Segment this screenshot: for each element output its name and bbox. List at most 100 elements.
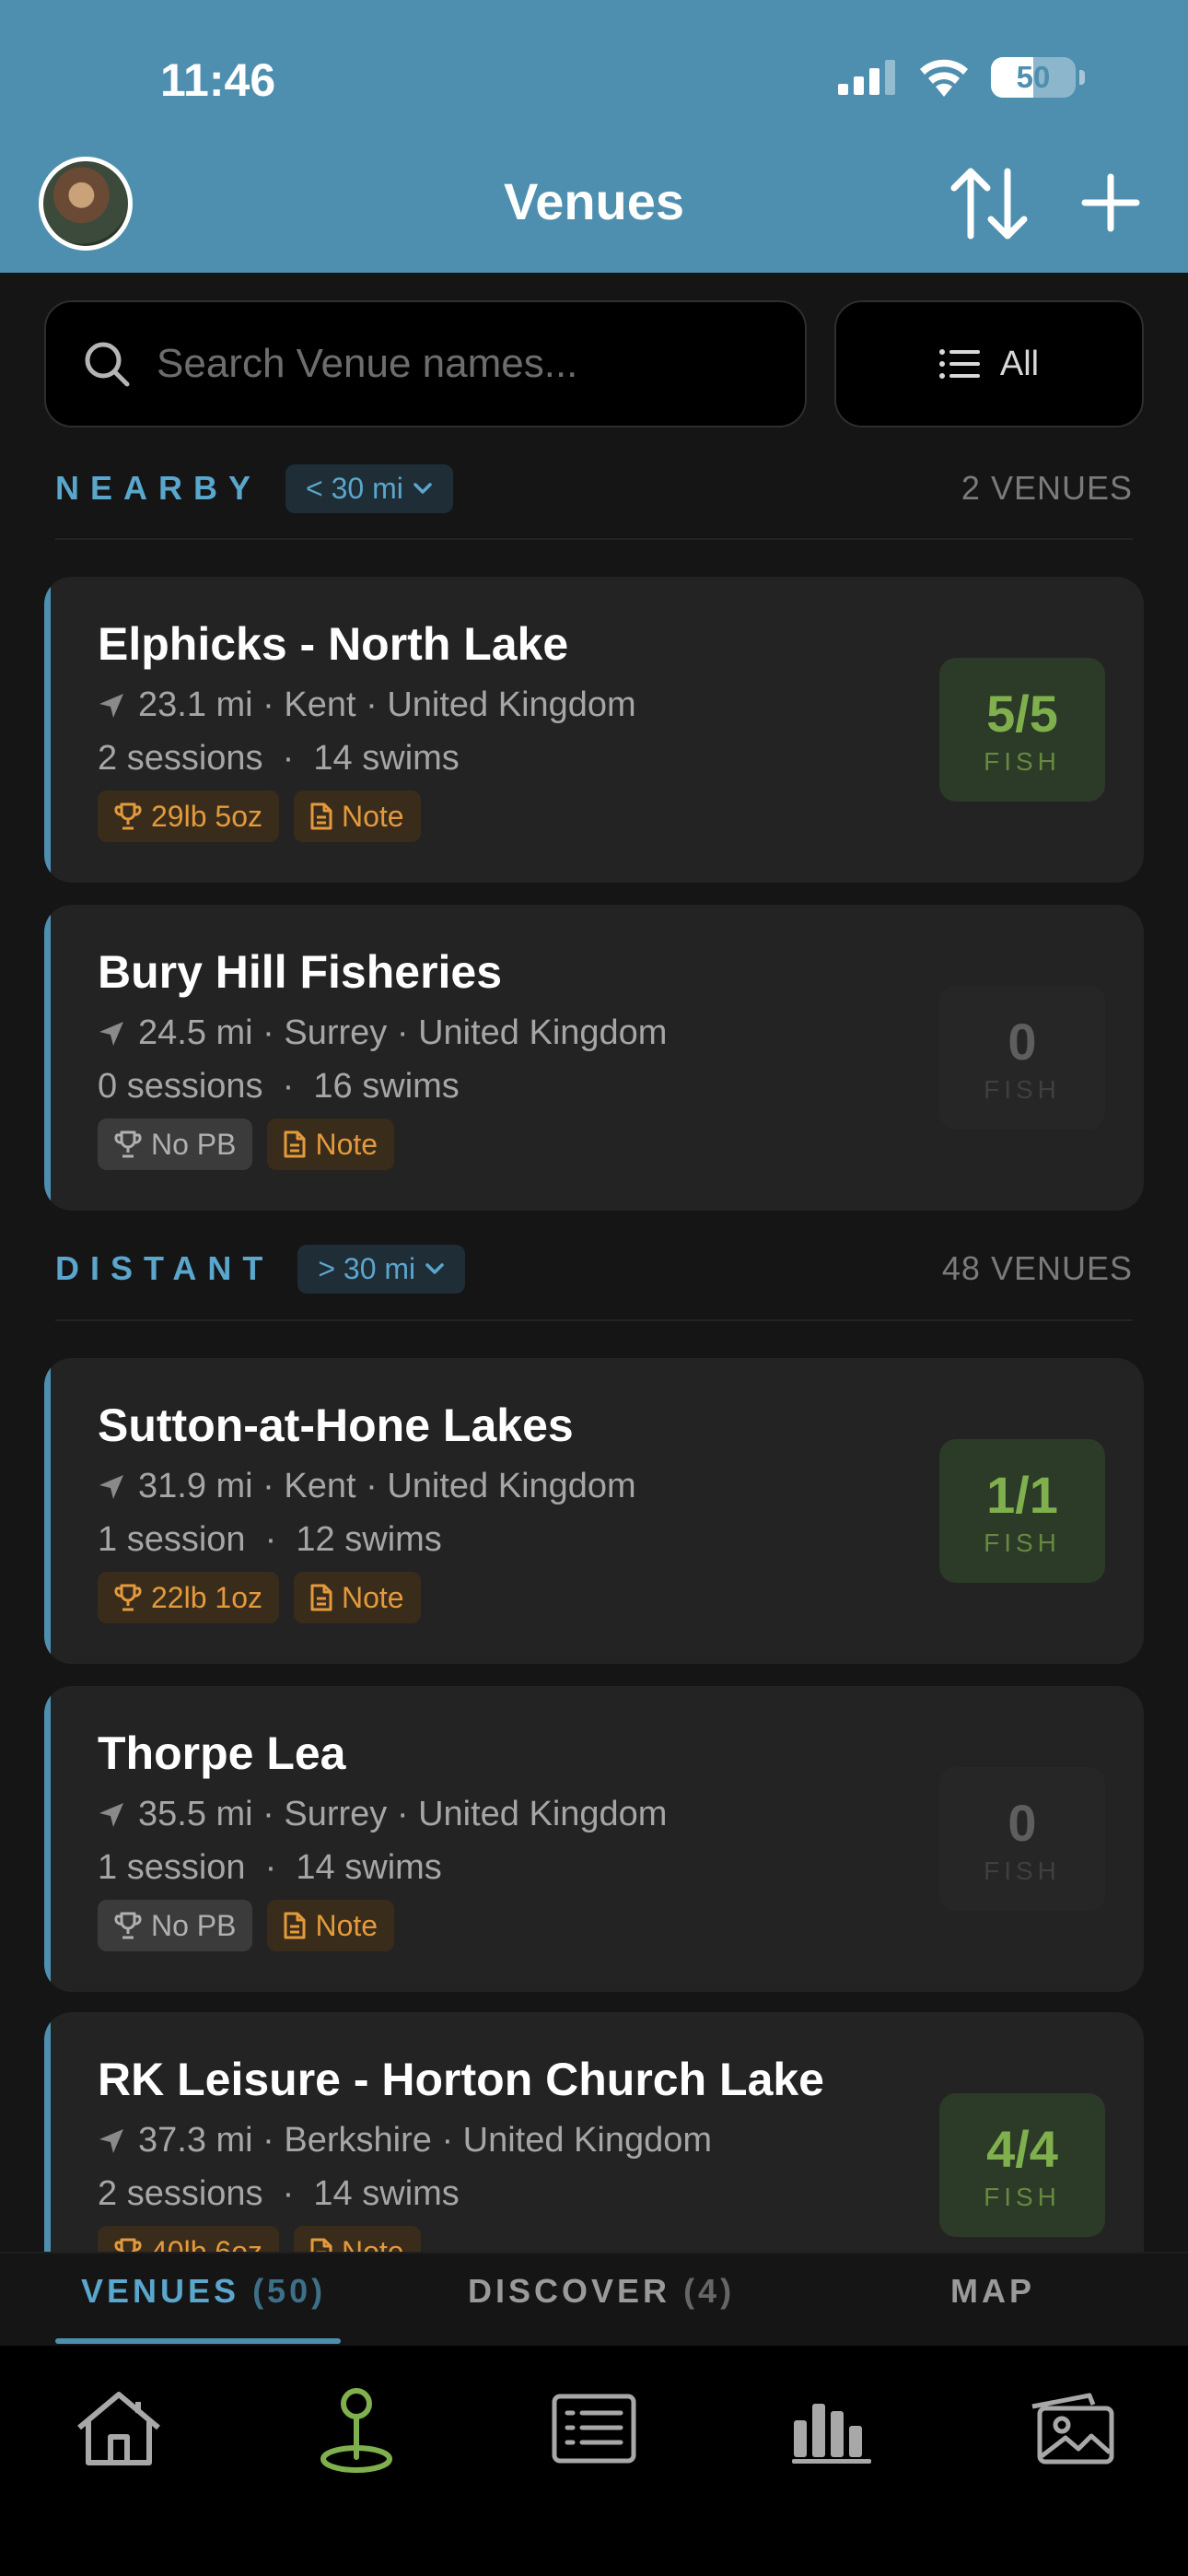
location-arrow-icon [99, 1021, 123, 1046]
nav-logbook[interactable] [543, 2383, 645, 2475]
note-badge[interactable]: Note [267, 1118, 395, 1170]
venue-location-text: 35.5 mi · Surrey · United Kingdom [138, 1795, 668, 1833]
venue-meta: 2 sessions · 14 swims [98, 739, 460, 778]
venue-card[interactable]: Sutton-at-Hone Lakes 31.9 mi · Kent · Un… [44, 1358, 1144, 1664]
fish-count: 4/4 [986, 2119, 1058, 2178]
nav-gallery[interactable] [1019, 2383, 1120, 2475]
fish-label: FISH [984, 2182, 1061, 2211]
divider [55, 538, 1133, 540]
venue-location-text: 24.5 mi · Surrey · United Kingdom [138, 1013, 668, 1052]
sort-arrows-icon [950, 168, 1028, 240]
location-arrow-icon [99, 1802, 123, 1827]
chip-label: > 30 mi [318, 1251, 416, 1285]
search-input[interactable] [157, 341, 746, 387]
bottom-nav [0, 2346, 1188, 2576]
signal-icon [838, 60, 895, 95]
venue-name: Bury Hill Fisheries [98, 946, 503, 998]
venue-count: 2 VENUES [961, 469, 1133, 507]
venue-tags: No PB Note [98, 1118, 395, 1170]
pb-value: 22lb 1oz [151, 1580, 262, 1614]
tab-map[interactable]: MAP [950, 2272, 1035, 2311]
venue-location: 31.9 mi · Kent · United Kingdom [98, 1467, 636, 1506]
trophy-icon [114, 2238, 142, 2252]
fish-label: FISH [984, 1528, 1061, 1557]
trophy-icon [114, 1912, 142, 1939]
header-bar: 11:46 50 Venues [0, 0, 1188, 273]
battery-icon: 50 [991, 57, 1076, 98]
section-header-nearby: NEARBY < 30 mi 2 VENUES [55, 461, 1133, 516]
search-bar[interactable] [44, 300, 807, 427]
venue-pin-icon [320, 2388, 392, 2473]
fish-count: 0 [1007, 1793, 1037, 1852]
venue-location-text: 37.3 mi · Berkshire · United Kingdom [138, 2121, 713, 2160]
status-icons: 50 [838, 57, 1085, 98]
logbook-icon [552, 2394, 636, 2464]
trophy-icon [114, 1584, 142, 1611]
venue-location: 24.5 mi · Surrey · United Kingdom [98, 1013, 667, 1053]
nav-home[interactable] [68, 2383, 169, 2475]
venue-card[interactable]: Thorpe Lea 35.5 mi · Surrey · United Kin… [44, 1686, 1144, 1992]
note-badge[interactable]: Note [293, 2226, 421, 2252]
venue-count: 48 VENUES [941, 1249, 1133, 1287]
tab-label: MAP [950, 2272, 1035, 2310]
tab-count: (4) [683, 2272, 736, 2310]
tab-discover[interactable]: DISCOVER (4) [468, 2272, 735, 2311]
tab-label: VENUES [81, 2272, 240, 2310]
section-label: NEARBY [55, 469, 262, 507]
chevron-down-icon [425, 1263, 444, 1274]
fish-count-badge: 0 FISH [939, 1767, 1105, 1911]
fish-count: 1/1 [986, 1465, 1058, 1524]
venue-location: 35.5 mi · Surrey · United Kingdom [98, 1795, 667, 1834]
fish-label: FISH [984, 1856, 1061, 1885]
document-icon [310, 2238, 332, 2252]
venue-location: 37.3 mi · Berkshire · United Kingdom [98, 2121, 712, 2160]
venue-card[interactable]: Elphicks - North Lake 23.1 mi · Kent · U… [44, 577, 1144, 883]
venue-card[interactable]: Bury Hill Fisheries 24.5 mi · Surrey · U… [44, 905, 1144, 1211]
location-arrow-icon [99, 693, 123, 718]
filter-button[interactable]: All [834, 300, 1144, 427]
distance-filter-chip[interactable]: < 30 mi [285, 463, 453, 513]
home-icon [77, 2392, 160, 2465]
add-venue-button[interactable] [1076, 166, 1146, 240]
list-filter-icon [938, 349, 980, 379]
pb-badge: 22lb 1oz [98, 1572, 279, 1623]
venue-card[interactable]: RK Leisure - Horton Church Lake 37.3 mi … [44, 2012, 1144, 2252]
sort-button[interactable] [949, 162, 1030, 245]
trophy-icon [114, 802, 142, 830]
fish-count: 0 [1007, 1012, 1037, 1071]
fish-label: FISH [984, 746, 1061, 776]
pb-badge: 40lb 6oz [98, 2226, 279, 2252]
note-label: Note [315, 1127, 379, 1161]
filter-label: All [999, 344, 1040, 383]
note-badge[interactable]: Note [267, 1900, 395, 1951]
pb-value: 29lb 5oz [151, 799, 262, 833]
venue-meta: 1 session · 14 swims [98, 1848, 442, 1887]
venue-tags: 40lb 6oz Note [98, 2226, 421, 2252]
chip-label: < 30 mi [306, 471, 403, 505]
nav-stats[interactable] [781, 2383, 882, 2475]
chevron-down-icon [413, 483, 432, 494]
venue-meta: 1 session · 12 swims [98, 1520, 442, 1559]
venue-tags: No PB Note [98, 1900, 395, 1951]
note-badge[interactable]: Note [293, 1572, 421, 1623]
search-icon [85, 342, 130, 387]
section-label: DISTANT [55, 1249, 274, 1287]
wifi-icon [920, 59, 968, 97]
location-arrow-icon [99, 2128, 123, 2153]
location-arrow-icon [99, 1474, 123, 1499]
note-label: Note [341, 799, 404, 833]
fish-count-badge: 5/5 FISH [939, 658, 1105, 802]
venue-location-text: 23.1 mi · Kent · United Kingdom [138, 685, 636, 724]
distance-filter-chip[interactable]: > 30 mi [297, 1244, 466, 1294]
nav-venues[interactable] [306, 2383, 407, 2475]
segment-tabs: VENUES (50) DISCOVER (4) MAP [0, 2252, 1188, 2346]
fish-label: FISH [984, 1074, 1061, 1104]
venue-name: RK Leisure - Horton Church Lake [98, 2054, 824, 2105]
note-label: Note [315, 1908, 379, 1942]
note-badge[interactable]: Note [293, 790, 421, 842]
pb-badge: 29lb 5oz [98, 790, 279, 842]
fish-count-badge: 0 FISH [939, 986, 1105, 1130]
pb-badge: No PB [98, 1900, 253, 1951]
tab-venues[interactable]: VENUES (50) [81, 2272, 326, 2311]
venue-name: Sutton-at-Hone Lakes [98, 1399, 574, 1451]
